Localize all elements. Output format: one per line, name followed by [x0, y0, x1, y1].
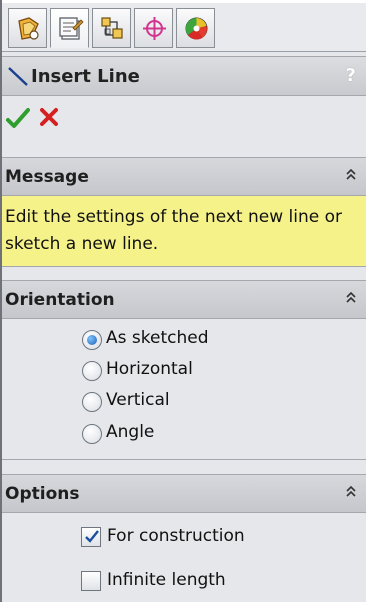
manager-tab-strip: [2, 0, 366, 52]
configuration-manager-icon: [101, 17, 123, 39]
panel-title: Insert Line: [31, 66, 140, 87]
help-button[interactable]: ?: [346, 65, 356, 86]
confirm-cancel-row: [2, 97, 366, 143]
message-group: Message Edit the settings of the next ne…: [2, 157, 366, 267]
tab-property-manager[interactable]: [50, 8, 89, 48]
radio-button[interactable]: [82, 424, 102, 444]
property-manager-panel: Insert Line ? Message Edit the settings …: [0, 0, 366, 602]
message-group-title: Message: [5, 167, 89, 187]
checkmark-icon: [85, 530, 99, 543]
checkbox[interactable]: [81, 571, 101, 591]
collapse-chevron-icon[interactable]: [344, 166, 358, 182]
tab-display-manager[interactable]: [176, 8, 215, 48]
radio-label: Vertical: [106, 390, 170, 410]
collapse-chevron-icon[interactable]: [344, 289, 358, 305]
radio-label: Angle: [106, 422, 155, 442]
radio-button[interactable]: [82, 330, 102, 350]
radio-label: Horizontal: [106, 359, 193, 379]
options-group-header[interactable]: Options: [2, 475, 366, 513]
tab-dimxpert-manager[interactable]: [134, 8, 173, 48]
checkbox-label: For construction: [107, 526, 245, 546]
cancel-x-icon[interactable]: [38, 106, 60, 128]
checkbox[interactable]: [81, 527, 101, 547]
options-group-title: Options: [5, 484, 80, 504]
property-manager-icon: [59, 17, 84, 40]
feature-manager-icon: [18, 17, 39, 40]
message-group-header[interactable]: Message: [2, 158, 366, 196]
panel-title-bar: Insert Line ?: [2, 56, 366, 96]
radio-button[interactable]: [82, 361, 102, 381]
sketch-line-icon: [8, 67, 28, 86]
orientation-group-title: Orientation: [5, 290, 115, 310]
display-manager-icon: [185, 17, 208, 40]
ok-checkmark-icon[interactable]: [6, 106, 30, 130]
dimxpert-manager-icon: [143, 17, 166, 40]
radio-label: As sketched: [106, 328, 209, 348]
collapse-chevron-icon[interactable]: [344, 483, 358, 499]
checkbox-label: Infinite length: [107, 570, 226, 590]
orientation-group: Orientation As sketched Horizontal Verti…: [2, 280, 366, 460]
radio-button[interactable]: [82, 392, 102, 412]
tab-feature-manager[interactable]: [8, 8, 47, 48]
options-group: Options For construction Infinite length: [2, 474, 366, 602]
tab-configuration-manager[interactable]: [92, 8, 131, 48]
tab-strip-top-edge: [2, 0, 366, 3]
message-text: Edit the settings of the next new line o…: [2, 196, 366, 266]
orientation-group-header[interactable]: Orientation: [2, 281, 366, 319]
